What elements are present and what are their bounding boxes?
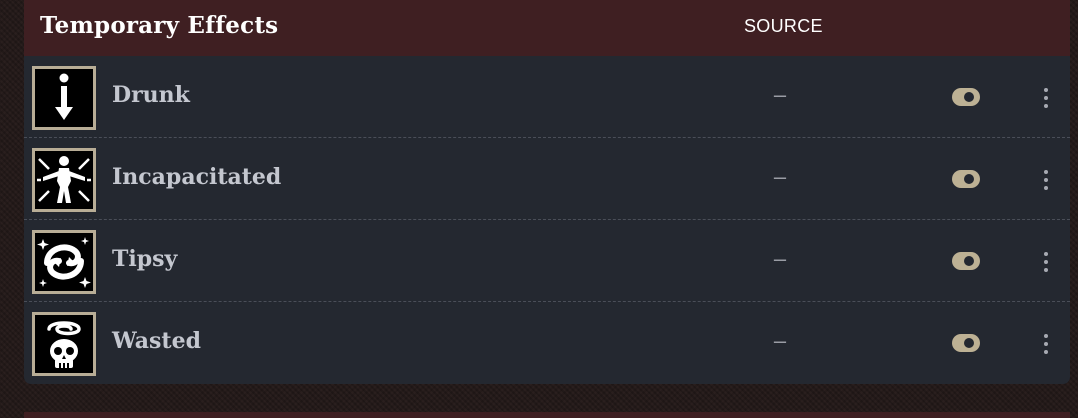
panel-title: Temporary Effects bbox=[40, 12, 279, 39]
effect-toggle[interactable] bbox=[952, 252, 980, 270]
effect-row-tipsy[interactable]: Tipsy – bbox=[24, 220, 1070, 302]
effect-name: Wasted bbox=[112, 328, 201, 354]
effect-row-incapacitated[interactable]: Incapacitated – bbox=[24, 138, 1070, 220]
toggle-knob bbox=[964, 256, 974, 266]
effect-menu-button[interactable] bbox=[1036, 250, 1056, 274]
effect-menu-button[interactable] bbox=[1036, 168, 1056, 192]
toggle-knob bbox=[964, 338, 974, 348]
effect-name: Drunk bbox=[112, 82, 190, 108]
effect-menu-button[interactable] bbox=[1036, 332, 1056, 356]
effect-toggle[interactable] bbox=[952, 334, 980, 352]
effect-toggle[interactable] bbox=[952, 170, 980, 188]
effect-row-wasted[interactable]: Wasted – bbox=[24, 302, 1070, 384]
effect-toggle[interactable] bbox=[952, 88, 980, 106]
temporary-effects-panel: Temporary Effects SOURCE Drunk – Incapac… bbox=[24, 0, 1070, 384]
effect-source: – bbox=[773, 164, 787, 189]
effect-row-drunk[interactable]: Drunk – bbox=[24, 56, 1070, 138]
dizzy-spiral-icon bbox=[32, 230, 96, 294]
effect-source: – bbox=[773, 82, 787, 107]
panel-header: Temporary Effects SOURCE bbox=[24, 0, 1070, 56]
next-panel-edge bbox=[24, 412, 1070, 418]
effect-name: Incapacitated bbox=[112, 164, 282, 190]
effect-menu-button[interactable] bbox=[1036, 86, 1056, 110]
toggle-knob bbox=[964, 92, 974, 102]
info-arrow-icon bbox=[32, 66, 96, 130]
effect-source: – bbox=[773, 328, 787, 353]
source-column-header: SOURCE bbox=[744, 16, 823, 36]
effect-name: Tipsy bbox=[112, 246, 178, 272]
skull-spiral-icon bbox=[32, 312, 96, 376]
effect-source: – bbox=[773, 246, 787, 271]
incapacitated-figure-icon bbox=[32, 148, 96, 212]
toggle-knob bbox=[964, 174, 974, 184]
